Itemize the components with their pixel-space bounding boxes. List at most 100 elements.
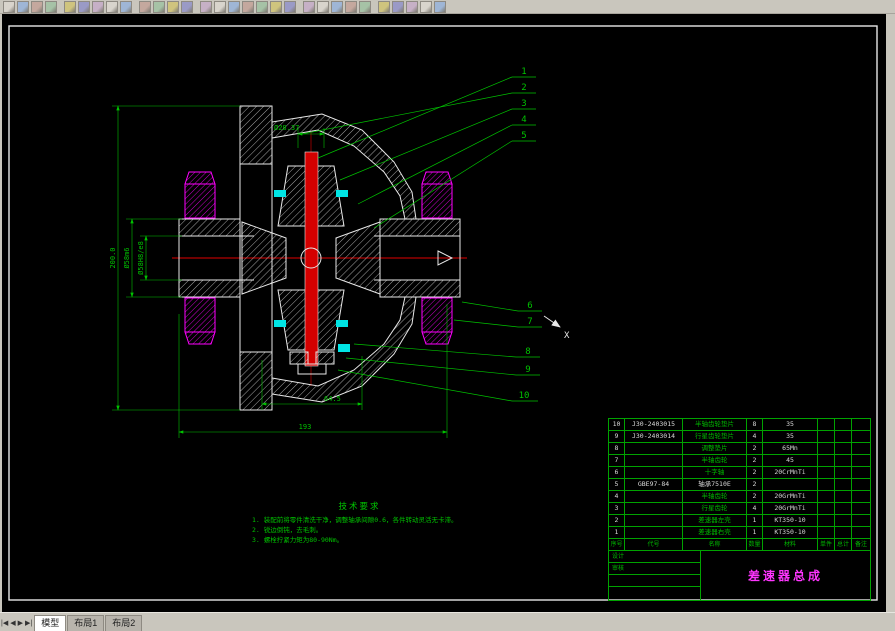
table-cell: GBE97-84 — [625, 479, 683, 491]
table-cell: 4 — [747, 431, 763, 443]
table-cell — [852, 467, 870, 479]
tab-layout1[interactable]: 布局1 — [67, 614, 105, 631]
rotate-icon[interactable] — [331, 1, 343, 13]
line-icon[interactable] — [200, 1, 212, 13]
table-header-cell: 备注 — [854, 541, 867, 548]
table-cell — [818, 479, 835, 491]
tab-layout2[interactable]: 布局2 — [105, 614, 143, 631]
table-cell: 10 — [609, 419, 625, 431]
signoff-label — [609, 587, 700, 599]
table-cell — [818, 491, 835, 503]
parts-list-table: 10 J30-2403015 半轴齿轮垫片 8 35 9 J30-2403014 行星齿轮垫片… — [608, 418, 871, 601]
text-icon[interactable] — [284, 1, 296, 13]
table-cell — [852, 527, 870, 539]
table-cell: 1 — [747, 527, 763, 539]
save-icon[interactable] — [31, 1, 43, 13]
tab-nav-last-icon[interactable]: ▶| — [25, 619, 32, 627]
table-cell — [625, 455, 683, 467]
table-cell: 行星齿轮垫片 — [683, 431, 747, 443]
zoom-out-icon[interactable] — [153, 1, 165, 13]
table-row: 7 半轴齿轮 2 45 — [609, 455, 870, 467]
table-cell — [835, 479, 852, 491]
table-cell: 轴承7510E — [683, 479, 747, 491]
callout-7: 7 — [527, 317, 532, 327]
zoom-in-icon[interactable] — [139, 1, 151, 13]
move-icon[interactable] — [317, 1, 329, 13]
print-icon[interactable] — [45, 1, 57, 13]
table-cell: 6 — [609, 467, 625, 479]
paste-icon[interactable] — [92, 1, 104, 13]
table-cell: 差速器右壳 — [683, 527, 747, 539]
help-icon[interactable] — [434, 1, 446, 13]
tab-nav-prev-icon[interactable]: ◀ — [10, 619, 15, 627]
table-header-cell: 序号 — [609, 539, 625, 551]
title-block: 设计 审核 差速器总成 — [609, 551, 870, 600]
table-cell — [818, 467, 835, 479]
table-cell: 2 — [747, 467, 763, 479]
table-row: 5 GBE97-84 轴承7510E 2 — [609, 479, 870, 491]
arc-icon[interactable] — [242, 1, 254, 13]
table-cell: 4 — [747, 503, 763, 515]
polyline-icon[interactable] — [214, 1, 226, 13]
tab-nav-next-icon[interactable]: ▶ — [18, 619, 23, 627]
erase-icon[interactable] — [359, 1, 371, 13]
tab-model[interactable]: 模型 — [34, 614, 67, 631]
bom-header-row: 序号 代号 名称 数量 材料 单件 总计 备注 — [609, 539, 870, 551]
signoff-label: 审核 — [609, 563, 700, 575]
callout-4: 4 — [521, 115, 526, 125]
dimension-icon[interactable] — [303, 1, 315, 13]
table-cell — [835, 503, 852, 515]
drawing-canvas[interactable]: 200.0 Ø58m6 Ø58H8/e8 64.5 193 Ø28.37 1 2… — [2, 14, 886, 612]
table-cell: 1 — [747, 515, 763, 527]
table-cell — [852, 479, 870, 491]
table-header-cell: 材料 — [763, 539, 818, 551]
dim-inner-width: 64.5 — [324, 395, 341, 403]
table-cell: 20CrMnTi — [763, 467, 818, 479]
table-cell: 半轴齿轮 — [683, 455, 747, 467]
differential-assembly — [172, 105, 467, 411]
table-cell: 5 — [609, 479, 625, 491]
table-cell — [852, 503, 870, 515]
table-cell: 2 — [747, 455, 763, 467]
table-cell: J30-2403014 — [625, 431, 683, 443]
hatch-icon[interactable] — [270, 1, 282, 13]
rectangle-icon[interactable] — [256, 1, 268, 13]
toolbar-separator — [58, 0, 63, 12]
mirror-icon[interactable] — [345, 1, 357, 13]
table-cell: 8 — [609, 443, 625, 455]
tab-nav-first-icon[interactable]: |◀ — [1, 619, 8, 627]
grid-icon[interactable] — [406, 1, 418, 13]
table-cell — [818, 431, 835, 443]
section-view-marker: X — [543, 315, 570, 341]
layers-icon[interactable] — [181, 1, 193, 13]
new-icon[interactable] — [3, 1, 15, 13]
table-cell: 差速器左壳 — [683, 515, 747, 527]
redo-icon[interactable] — [120, 1, 132, 13]
properties-icon[interactable] — [378, 1, 390, 13]
undo-icon[interactable] — [106, 1, 118, 13]
table-row: 10 J30-2403015 半轴齿轮垫片 8 35 — [609, 419, 870, 431]
side-gear-left — [241, 221, 287, 295]
table-cell: 半轴齿轮 — [683, 491, 747, 503]
table-cell — [852, 491, 870, 503]
table-cell — [835, 491, 852, 503]
table-cell — [818, 515, 835, 527]
copy-icon[interactable] — [78, 1, 90, 13]
callout-2: 2 — [521, 83, 526, 93]
ortho-icon[interactable] — [420, 1, 432, 13]
table-cell: 3 — [609, 503, 625, 515]
cross-shaft — [304, 151, 319, 367]
osnap-icon[interactable] — [392, 1, 404, 13]
open-icon[interactable] — [17, 1, 29, 13]
table-cell: 20GrMnTi — [763, 491, 818, 503]
table-cell: 2 — [609, 515, 625, 527]
tech-requirement-line: 1. 装配前将零件清洗干净，调整轴承间隙0.6，各件转动灵活无卡滞。 — [252, 516, 458, 524]
table-cell — [835, 467, 852, 479]
tech-requirements-title: 技术要求 — [338, 502, 381, 512]
table-row: 9 J30-2403014 行星齿轮垫片 4 35 — [609, 431, 870, 443]
circle-icon[interactable] — [228, 1, 240, 13]
table-cell — [852, 515, 870, 527]
pan-icon[interactable] — [167, 1, 179, 13]
cut-icon[interactable] — [64, 1, 76, 13]
table-cell: 20GrMnTi — [763, 503, 818, 515]
